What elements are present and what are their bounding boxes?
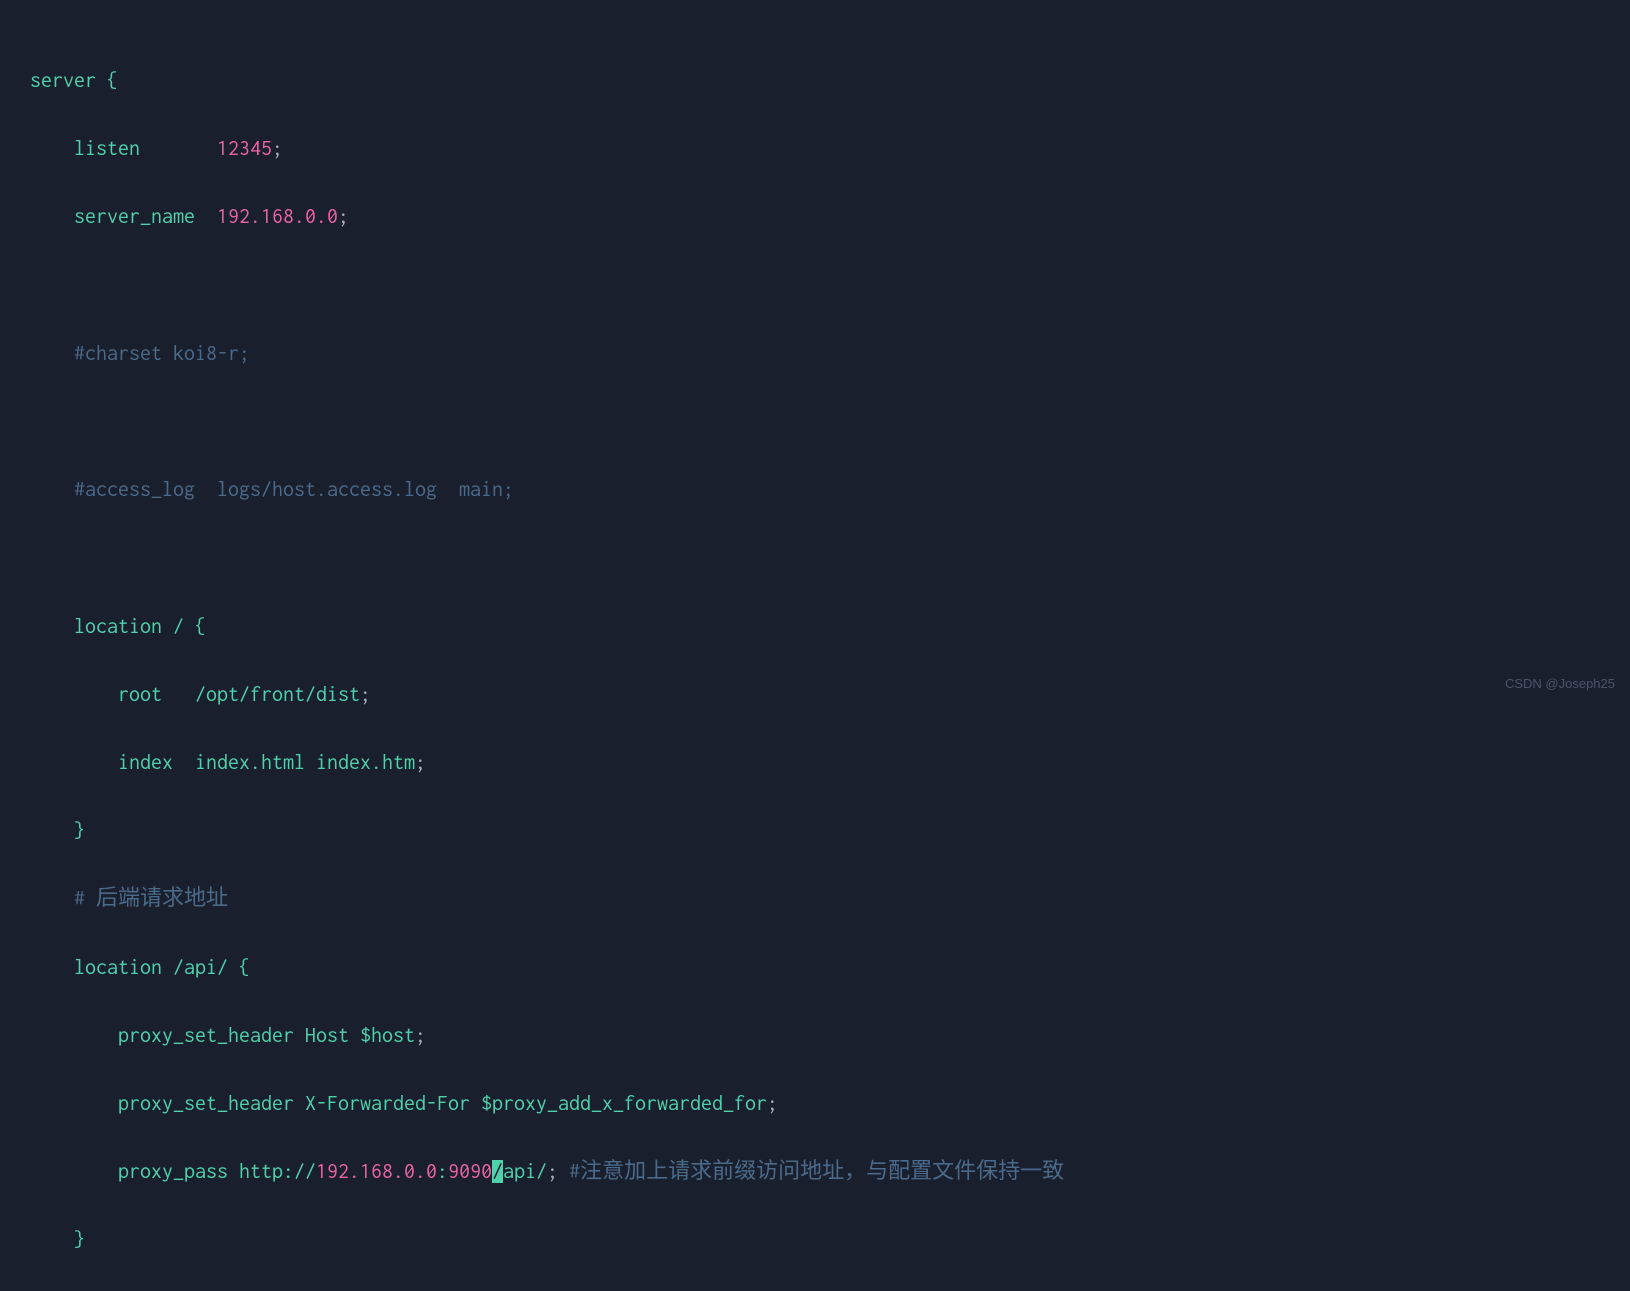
header-host: Host — [305, 1024, 360, 1047]
directive-proxy-set-header: proxy_set_header — [118, 1024, 305, 1047]
semicolon: ; — [338, 205, 349, 228]
variable-proxy-add: $proxy_add_x_forwarded_for — [481, 1092, 767, 1115]
location-path: / — [173, 615, 184, 638]
protocol-http: http:// — [239, 1160, 316, 1183]
open-brace: { — [184, 615, 206, 638]
code-line: location / { — [30, 610, 1600, 644]
variable-host: $host — [360, 1024, 415, 1047]
code-line: proxy_set_header X-Forwarded-For $proxy_… — [30, 1087, 1600, 1121]
code-line: #charset koi8-r; — [30, 337, 1600, 371]
proxy-port: 9090 — [448, 1160, 492, 1183]
code-line: } — [30, 814, 1600, 848]
semicolon: ; — [272, 137, 283, 160]
code-line-empty — [30, 405, 1600, 439]
colon: : — [437, 1160, 448, 1183]
keyword-server: server — [30, 69, 96, 92]
watermark-text: CSDN @Joseph25 — [1505, 674, 1615, 694]
semicolon: ; — [415, 751, 426, 774]
directive-index: index — [118, 751, 195, 774]
api-path-suffix: api/ — [503, 1160, 547, 1183]
open-brace: { — [96, 69, 118, 92]
close-brace: } — [74, 819, 85, 842]
code-line: index index.html index.htm; — [30, 746, 1600, 780]
code-line: root /opt/front/dist; — [30, 678, 1600, 712]
code-line: location /api/ { — [30, 951, 1600, 985]
directive-listen: listen — [74, 137, 217, 160]
directive-server-name: server_name — [74, 205, 217, 228]
code-line: server_name 192.168.0.0; — [30, 200, 1600, 234]
directive-location: location — [74, 615, 173, 638]
comment-inline: #注意加上请求前缀访问地址，与配置文件保持一致 — [569, 1160, 1064, 1183]
open-brace: { — [228, 956, 250, 979]
code-line: # 后端请求地址 — [30, 882, 1600, 916]
code-line-empty — [30, 541, 1600, 575]
port-value: 12345 — [217, 137, 272, 160]
directive-proxy-set-header: proxy_set_header — [118, 1092, 305, 1115]
comment-access-log: #access_log logs/host.access.log main; — [74, 478, 514, 501]
location-api-path: /api/ — [173, 956, 228, 979]
close-brace: } — [74, 1228, 85, 1251]
code-line: listen 12345; — [30, 132, 1600, 166]
proxy-ip: 192.168.0.0 — [316, 1160, 437, 1183]
ip-value: 192.168.0.0 — [217, 205, 338, 228]
index-files: index.html index.htm — [195, 751, 415, 774]
directive-root: root — [118, 683, 195, 706]
cursor-position: / — [492, 1160, 503, 1183]
semicolon: ; — [767, 1092, 778, 1115]
directive-location: location — [74, 956, 173, 979]
root-path: /opt/front/dist — [195, 683, 360, 706]
directive-proxy-pass: proxy_pass — [118, 1160, 239, 1183]
code-line: proxy_pass http://192.168.0.0:9090/api/;… — [30, 1155, 1600, 1189]
semicolon: ; — [415, 1024, 426, 1047]
code-line: proxy_set_header Host $host; — [30, 1019, 1600, 1053]
semicolon: ; — [360, 683, 371, 706]
comment-charset: #charset koi8-r; — [74, 342, 250, 365]
code-editor[interactable]: server { listen 12345; server_name 192.1… — [30, 30, 1600, 1291]
semicolon: ; — [547, 1160, 569, 1183]
header-x-forwarded-for: X-Forwarded-For — [305, 1092, 481, 1115]
code-line-empty — [30, 269, 1600, 303]
code-line: server { — [30, 64, 1600, 98]
code-line: } — [30, 1223, 1600, 1257]
comment-backend: # 后端请求地址 — [74, 887, 228, 910]
code-line: #access_log logs/host.access.log main; — [30, 473, 1600, 507]
